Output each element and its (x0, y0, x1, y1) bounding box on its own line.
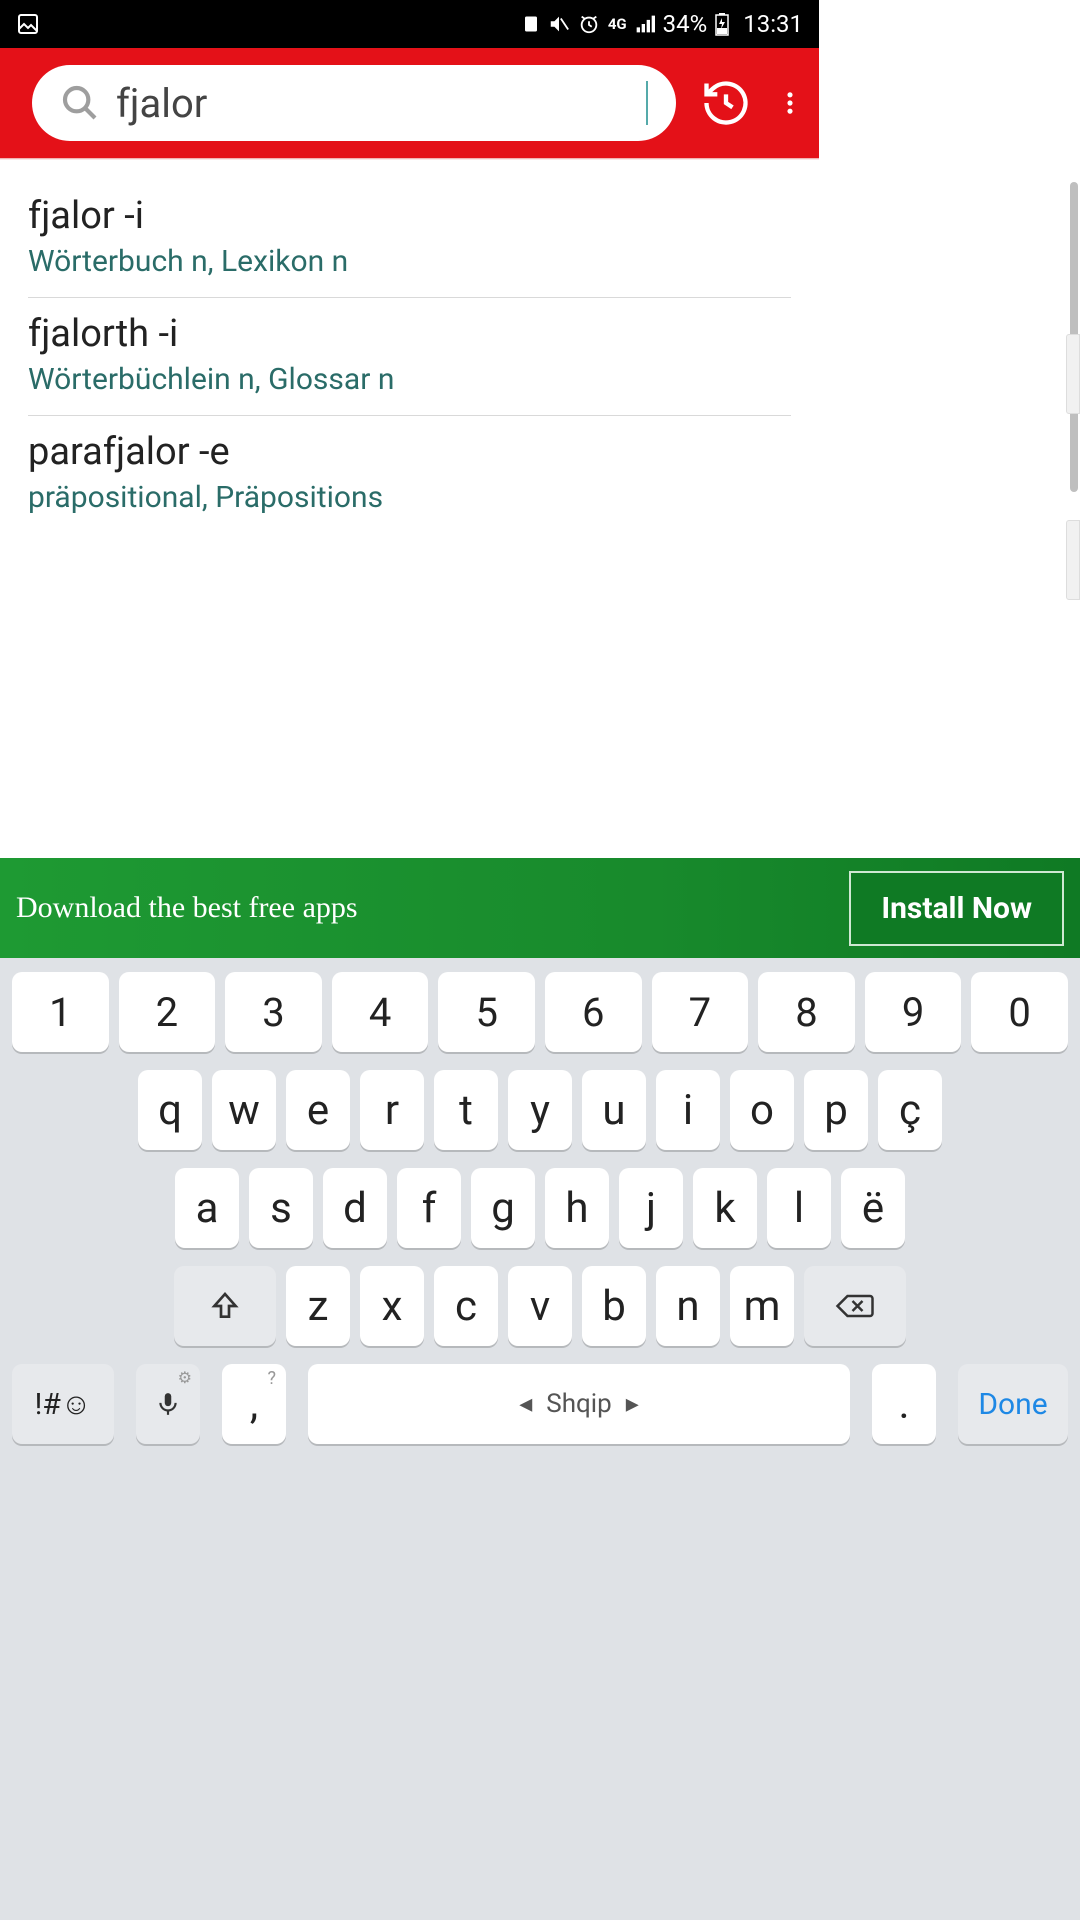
key-c-cedilla[interactable]: ç (878, 1070, 942, 1150)
result-item[interactable]: fjalor -i Wörterbuch n, Lexikon n (28, 180, 791, 298)
key-x[interactable]: x (360, 1266, 424, 1346)
key-period[interactable]: . (872, 1364, 936, 1444)
key-o[interactable]: o (730, 1070, 794, 1150)
key-v[interactable]: v (508, 1266, 572, 1346)
key-e[interactable]: e (286, 1070, 350, 1150)
fast-scroll-handle[interactable] (1066, 334, 1080, 414)
ad-text: Download the best free apps (16, 891, 829, 925)
result-definition: Wörterbuch n, Lexikon n (28, 244, 791, 279)
fast-scroll-handle[interactable] (1066, 520, 1080, 600)
ad-install-button[interactable]: Install Now (849, 871, 1064, 946)
key-2[interactable]: 2 (119, 972, 216, 1052)
key-backspace[interactable] (804, 1266, 906, 1346)
key-d[interactable]: d (323, 1168, 387, 1248)
key-r[interactable]: r (360, 1070, 424, 1150)
key-j[interactable]: j (619, 1168, 683, 1248)
mute-icon (548, 13, 570, 35)
history-button[interactable] (700, 75, 752, 131)
key-h[interactable]: h (545, 1168, 609, 1248)
key-3[interactable]: 3 (225, 972, 322, 1052)
battery-percent: 34% (663, 10, 708, 38)
result-term: fjalorth -i (28, 312, 791, 356)
result-definition: präpositional, Präpositions (28, 480, 791, 515)
key-l[interactable]: l (767, 1168, 831, 1248)
soft-keyboard: 1 2 3 4 5 6 7 8 9 0 q w e r t y u i o p … (0, 958, 1080, 1920)
battery-icon (715, 12, 729, 36)
result-definition: Wörterbüchlein n, Glossar n (28, 362, 791, 397)
key-space[interactable]: ◂ Shqip ▸ (308, 1364, 850, 1444)
result-item[interactable]: fjalorth -i Wörterbüchlein n, Glossar n (28, 298, 791, 416)
key-5[interactable]: 5 (438, 972, 535, 1052)
key-e-dieresis[interactable]: ë (841, 1168, 905, 1248)
key-n[interactable]: n (656, 1266, 720, 1346)
key-b[interactable]: b (582, 1266, 646, 1346)
key-g[interactable]: g (471, 1168, 535, 1248)
key-p[interactable]: p (804, 1070, 868, 1150)
search-icon (60, 83, 100, 123)
key-comma[interactable]: ? , (222, 1364, 286, 1444)
key-6[interactable]: 6 (545, 972, 642, 1052)
result-term: parafjalor -e (28, 430, 791, 474)
key-u[interactable]: u (582, 1070, 646, 1150)
key-9[interactable]: 9 (865, 972, 962, 1052)
app-header (0, 48, 819, 158)
clock-time: 13:31 (743, 10, 803, 38)
chevron-left-icon: ◂ (519, 1389, 532, 1419)
key-f[interactable]: f (397, 1168, 461, 1248)
key-k[interactable]: k (693, 1168, 757, 1248)
network-type: 4G (608, 15, 627, 33)
status-bar: 4G 34% 13:31 (0, 0, 819, 48)
key-s[interactable]: s (249, 1168, 313, 1248)
key-z[interactable]: z (286, 1266, 350, 1346)
gallery-icon (16, 12, 40, 36)
ad-banner[interactable]: Download the best free apps Install Now (0, 858, 1080, 958)
key-m[interactable]: m (730, 1266, 794, 1346)
gear-icon: ⚙ (178, 1368, 192, 1387)
key-1[interactable]: 1 (12, 972, 109, 1052)
alarm-icon (578, 13, 600, 35)
key-4[interactable]: 4 (332, 972, 429, 1052)
key-done[interactable]: Done (958, 1364, 1068, 1444)
key-symbols[interactable]: !#☺ (12, 1364, 114, 1444)
key-i[interactable]: i (656, 1070, 720, 1150)
text-cursor (646, 81, 648, 125)
key-mic[interactable]: ⚙ (136, 1364, 200, 1444)
result-term: fjalor -i (28, 194, 791, 238)
sync-icon (522, 15, 540, 33)
key-w[interactable]: w (212, 1070, 276, 1150)
result-item[interactable]: parafjalor -e präpositional, Präposition… (28, 416, 791, 533)
key-a[interactable]: a (175, 1168, 239, 1248)
key-8[interactable]: 8 (758, 972, 855, 1052)
search-box[interactable] (32, 65, 676, 141)
key-7[interactable]: 7 (652, 972, 749, 1052)
key-t[interactable]: t (434, 1070, 498, 1150)
more-button[interactable] (776, 75, 804, 131)
key-0[interactable]: 0 (971, 972, 1068, 1052)
key-y[interactable]: y (508, 1070, 572, 1150)
chevron-right-icon: ▸ (626, 1389, 639, 1419)
search-input[interactable] (116, 80, 628, 127)
key-shift[interactable] (174, 1266, 276, 1346)
search-results: fjalor -i Wörterbuch n, Lexikon n fjalor… (0, 160, 819, 533)
key-hint: ? (267, 1368, 276, 1389)
key-q[interactable]: q (138, 1070, 202, 1150)
keyboard-language: Shqip (546, 1389, 611, 1419)
signal-icon (635, 14, 655, 34)
key-c[interactable]: c (434, 1266, 498, 1346)
